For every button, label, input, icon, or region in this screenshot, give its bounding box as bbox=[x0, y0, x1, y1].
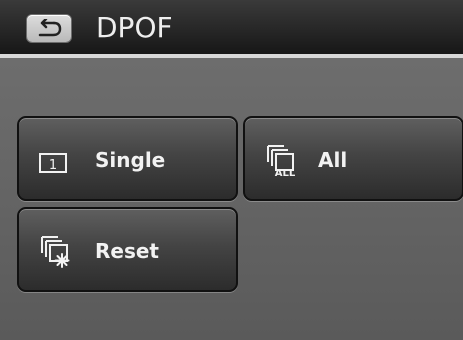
reset-label: Reset bbox=[95, 239, 159, 263]
reset-button[interactable]: Reset bbox=[17, 207, 238, 292]
all-print-icon: ALL bbox=[263, 143, 305, 177]
single-label: Single bbox=[95, 148, 166, 172]
svg-text:1: 1 bbox=[49, 158, 57, 173]
dpof-screen: DPOF 1 Single ALL All Reset bbox=[0, 0, 463, 340]
reset-print-icon bbox=[37, 234, 79, 268]
single-print-icon: 1 bbox=[38, 146, 80, 180]
all-button[interactable]: ALL All bbox=[243, 116, 463, 201]
all-label: All bbox=[318, 148, 348, 172]
top-bar: DPOF bbox=[0, 0, 463, 58]
back-icon bbox=[38, 19, 62, 37]
all-icon-text: ALL bbox=[275, 168, 296, 177]
back-button[interactable] bbox=[27, 15, 71, 42]
single-button[interactable]: 1 Single bbox=[17, 116, 238, 201]
page-title: DPOF bbox=[96, 11, 173, 44]
